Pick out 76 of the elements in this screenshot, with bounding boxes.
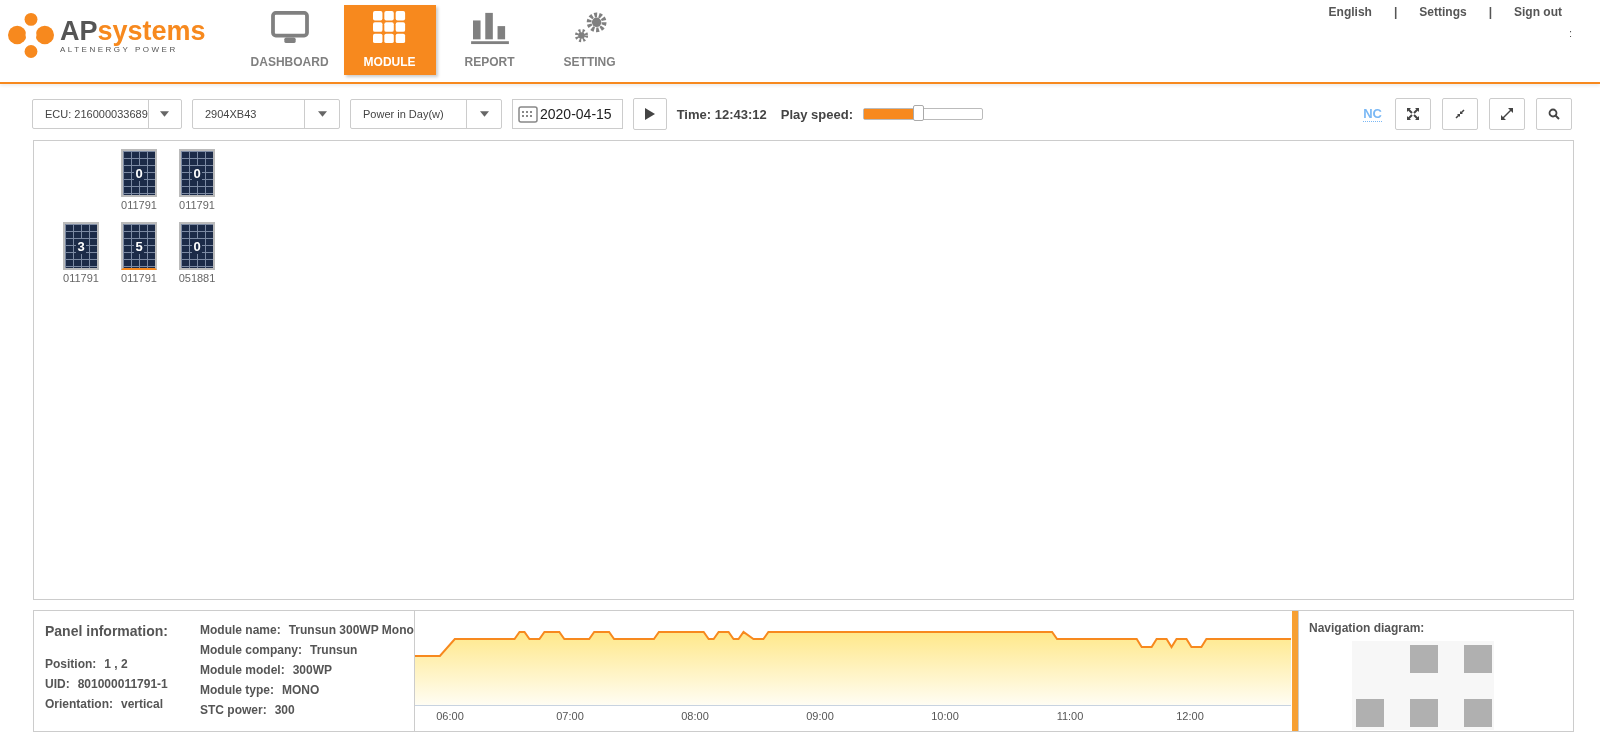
info-label: STC power: bbox=[200, 703, 267, 717]
separator: | bbox=[1488, 5, 1492, 19]
info-value: vertical bbox=[121, 697, 164, 711]
panel-info-title: Panel information: bbox=[45, 623, 169, 639]
nav-tab[interactable]: REPORT bbox=[443, 5, 536, 75]
nav-tab[interactable]: SETTING bbox=[543, 5, 636, 75]
play-speed-slider[interactable] bbox=[863, 108, 983, 120]
info-value: Trunsun bbox=[310, 643, 358, 657]
time-label: 07:00 bbox=[556, 710, 584, 722]
device-select[interactable]: 2904XB43 bbox=[192, 99, 340, 129]
panel-id: 011791 bbox=[121, 272, 157, 284]
bar-chart-icon bbox=[470, 11, 509, 45]
info-label: Module model: bbox=[200, 663, 285, 677]
arrows-in-icon bbox=[1454, 108, 1466, 120]
time-label: 08:00 bbox=[681, 710, 709, 722]
solar-panel[interactable]: 3 bbox=[63, 222, 99, 270]
minimap-panel bbox=[1464, 645, 1492, 673]
ecu-select[interactable]: ECU: 216000033689 bbox=[32, 99, 182, 129]
monitor-icon bbox=[270, 11, 309, 45]
panel-id: 011791 bbox=[179, 199, 215, 211]
logo-wordmark: APsystems bbox=[60, 16, 206, 45]
play-speed-label: Play speed: bbox=[780, 106, 853, 122]
info-label: Position: bbox=[45, 657, 97, 671]
minimap-panel bbox=[1410, 645, 1438, 673]
minimap-panel bbox=[1464, 699, 1492, 727]
panel-id: 011791 bbox=[63, 272, 99, 284]
metric-select[interactable]: Power in Day(w) bbox=[350, 99, 502, 129]
separator: | bbox=[1393, 5, 1398, 19]
time-label: 06:00 bbox=[436, 710, 464, 722]
solar-panel[interactable]: 0 bbox=[121, 149, 157, 197]
expand-button[interactable] bbox=[1489, 98, 1525, 130]
solar-panel[interactable]: 0 bbox=[179, 149, 215, 197]
play-icon bbox=[644, 108, 655, 120]
caret-icon bbox=[479, 111, 489, 117]
minimap-panel bbox=[1410, 699, 1438, 727]
collapse-button[interactable] bbox=[1442, 98, 1478, 130]
arrows-out-icon bbox=[1407, 108, 1419, 120]
solar-panel[interactable]: 0 bbox=[179, 222, 215, 270]
time-label: 12:00 bbox=[1176, 710, 1204, 722]
time-label: 10:00 bbox=[931, 710, 959, 722]
calendar-icon bbox=[518, 105, 538, 123]
search-icon bbox=[1548, 108, 1560, 120]
info-label: Orientation: bbox=[45, 697, 113, 711]
expand-icon bbox=[1501, 108, 1513, 120]
caret-icon bbox=[317, 111, 327, 117]
time-label: 09:00 bbox=[806, 710, 834, 722]
info-value: 801000011791-1 bbox=[77, 677, 168, 691]
info-label: Module type: bbox=[200, 683, 274, 697]
top-link[interactable]: English bbox=[1328, 5, 1372, 19]
navigation-title: Navigation diagram: bbox=[1309, 621, 1426, 635]
solar-panel[interactable]: 5 bbox=[121, 222, 157, 270]
info-label: Module name: bbox=[200, 623, 281, 637]
top-link[interactable]: Sign out bbox=[1514, 5, 1562, 19]
top-link[interactable]: Settings bbox=[1419, 5, 1467, 19]
info-label: Module company: bbox=[200, 643, 302, 657]
info-value: 300WP bbox=[292, 663, 333, 677]
search-button[interactable] bbox=[1536, 98, 1572, 130]
info-label: UID: bbox=[45, 677, 70, 691]
fit-button[interactable] bbox=[1395, 98, 1431, 130]
minimap-panel bbox=[1356, 699, 1384, 727]
minimap[interactable] bbox=[1352, 641, 1494, 730]
info-value: 1 , 2 bbox=[104, 657, 128, 671]
glyph: : bbox=[1568, 27, 1572, 39]
caret-icon bbox=[160, 111, 170, 117]
time-readout: Time: 12:43:12 bbox=[676, 106, 767, 122]
info-value: 300 bbox=[274, 703, 295, 717]
info-value: Trunsun 300WP Mono bbox=[288, 623, 414, 637]
nav-tab[interactable]: DASHBOARD bbox=[243, 5, 336, 75]
date-field[interactable]: 2020-04-15 bbox=[512, 99, 623, 129]
time-label: 11:00 bbox=[1056, 710, 1084, 722]
info-value: MONO bbox=[282, 683, 320, 697]
play-button[interactable] bbox=[632, 98, 667, 130]
panel-id: 051881 bbox=[178, 272, 216, 284]
slider-thumb[interactable] bbox=[913, 105, 925, 121]
panel-id: 011791 bbox=[121, 199, 157, 211]
logo-icon bbox=[8, 12, 54, 58]
